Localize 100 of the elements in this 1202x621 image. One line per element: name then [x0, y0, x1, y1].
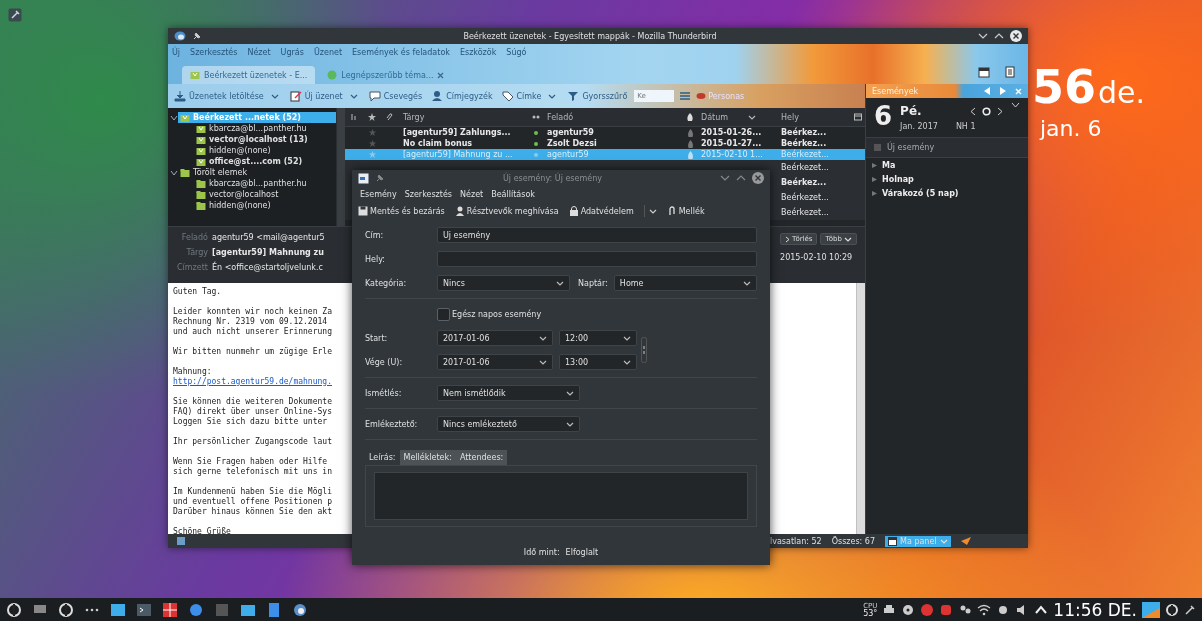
expander-icon[interactable]	[872, 176, 877, 182]
close-icon[interactable]	[752, 172, 764, 184]
toolbar-button[interactable]: Résztvevők meghívása	[454, 206, 559, 216]
checkbox-label[interactable]: Egész napos esemény	[452, 309, 542, 319]
star-icon[interactable]	[368, 129, 376, 136]
menu-item[interactable]: Ugrás	[280, 47, 304, 57]
chevron-down-icon[interactable]	[170, 168, 178, 177]
chain-link-icon[interactable]	[641, 337, 647, 363]
tab[interactable]: Mellékletek:	[399, 450, 456, 465]
expander-icon[interactable]	[872, 190, 877, 196]
column-header[interactable]: Dátum	[697, 112, 757, 122]
dropdown[interactable]: Nincs	[437, 275, 570, 291]
toolbar-button[interactable]: Csevegés	[366, 90, 425, 102]
toolbar-button[interactable]: Címjegyzék	[429, 90, 495, 102]
maximize-icon[interactable]	[994, 32, 1004, 40]
tab[interactable]: Attendees:	[455, 450, 508, 465]
folder-item[interactable]: office@st....com (52)	[194, 156, 336, 167]
paperclip-icon[interactable]	[386, 113, 394, 121]
message-row[interactable]: No claim bonus Zsolt Dezsi 2015-01-27... Beérkez...	[345, 138, 865, 149]
window-icon[interactable]	[110, 601, 126, 618]
dropdown[interactable]: 12:00	[559, 330, 637, 346]
folder-item[interactable]: hidden@(none)	[194, 145, 336, 156]
menu-item[interactable]: Szerkesztés	[190, 47, 238, 57]
star-icon[interactable]	[368, 113, 376, 121]
launcher-icon[interactable]	[6, 601, 22, 618]
event-group[interactable]: Ma	[882, 160, 896, 170]
menu-item[interactable]: Esemény	[360, 189, 397, 199]
event-group[interactable]: Holnap	[882, 174, 914, 184]
arrow-left-icon[interactable]	[983, 87, 991, 95]
menu-item[interactable]: Üzenet	[313, 47, 342, 57]
scrollbar[interactable]	[856, 283, 865, 534]
dropdown[interactable]: Nincs emlékeztető	[437, 416, 580, 432]
launcher-icon[interactable]	[58, 601, 74, 618]
pin-icon[interactable]	[375, 173, 385, 183]
column-header[interactable]: Feladó	[543, 112, 574, 122]
folder-item[interactable]: kbarcza@bl...panther.hu	[194, 123, 336, 134]
read-status-icon[interactable]	[532, 115, 540, 119]
launcher-icon[interactable]	[1165, 602, 1179, 617]
close-icon[interactable]	[1010, 30, 1022, 42]
menu-item[interactable]: Beállítások	[491, 189, 535, 199]
menu-item[interactable]: Eszközök	[459, 47, 497, 57]
menu-item[interactable]: Nézet	[460, 189, 484, 199]
input-field[interactable]: Új esemény	[437, 227, 757, 243]
folder-item[interactable]: Törölt elemek	[178, 167, 336, 178]
chevron-down-icon[interactable]	[170, 113, 178, 122]
description-field[interactable]	[374, 472, 748, 520]
grid-icon[interactable]	[162, 601, 178, 618]
input-field[interactable]	[437, 251, 757, 267]
thread-icon[interactable]	[350, 113, 358, 121]
menu-item[interactable]: Események és feladatok	[352, 47, 450, 57]
dropdown[interactable]: 13:00	[559, 354, 637, 370]
folder-item[interactable]: vector@localhost (13)	[194, 134, 336, 145]
folder-item[interactable]: hidden@(none)	[194, 200, 336, 211]
chevron-right-icon[interactable]	[996, 106, 1003, 116]
link[interactable]: http://post.agentur59.de/mahnung.	[173, 377, 332, 387]
wrench-icon[interactable]	[8, 8, 22, 22]
dropdown[interactable]: Home	[613, 275, 757, 291]
folder-item[interactable]: kbarcza@bl...panther.hu	[194, 178, 336, 189]
menu-item[interactable]: Új	[172, 47, 181, 57]
maximize-icon[interactable]	[736, 174, 746, 182]
chevron-left-icon[interactable]	[969, 106, 976, 116]
show-desktop-icon[interactable]	[1142, 601, 1160, 618]
toolbar-button[interactable]: Mellék	[666, 206, 705, 216]
toolbar-button[interactable]: Adatvédelem	[568, 206, 634, 216]
menu-icon[interactable]	[679, 91, 692, 101]
wifi-icon[interactable]	[977, 602, 992, 617]
star-icon[interactable]	[368, 140, 376, 147]
chevron-down-icon[interactable]	[1010, 102, 1020, 108]
toolbar-button[interactable]: Címke	[499, 90, 544, 102]
message-row[interactable]: [agentur59] Zahlungs... agentur59 2015-01-26... Beérkez...	[345, 127, 865, 138]
folder-item[interactable]: vector@localhost	[194, 189, 336, 200]
terminal-icon[interactable]	[136, 601, 152, 618]
menu-item[interactable]: Súgó	[506, 47, 527, 57]
taskbar-clock[interactable]: 11:56 DE.	[1053, 599, 1137, 620]
calendar-icon[interactable]	[358, 172, 369, 184]
calendar-icon[interactable]	[978, 66, 990, 78]
pin-icon[interactable]	[192, 31, 202, 41]
disc-icon[interactable]	[901, 602, 916, 617]
dropdown[interactable]: Nem ismétlődik	[437, 385, 580, 401]
document-icon[interactable]	[266, 601, 282, 618]
new-event-button[interactable]: Új esemény	[866, 138, 1028, 158]
checkbox[interactable]	[437, 307, 450, 321]
expander-icon[interactable]	[872, 162, 877, 168]
dropdown[interactable]: 2017-01-06	[437, 354, 553, 370]
toolbar-button[interactable]: Gyorsszűrő	[565, 90, 630, 102]
wrench-icon[interactable]	[1184, 603, 1196, 616]
dropdown[interactable]: 2017-01-06	[437, 330, 553, 346]
menu-item[interactable]: Nézet	[247, 47, 271, 57]
tab[interactable]: Beérkezett üzenetek - E...	[182, 66, 316, 84]
column-header[interactable]: Tárgy	[399, 112, 425, 122]
toolbar-button[interactable]: Mentés és bezárás	[358, 206, 445, 216]
minimize-icon[interactable]	[978, 32, 988, 40]
scrollbar[interactable]	[336, 108, 345, 226]
toolbar-button[interactable]: Új üzenet	[287, 90, 345, 102]
star-icon[interactable]	[368, 151, 376, 158]
column-picker-icon[interactable]	[853, 113, 862, 121]
minimize-icon[interactable]	[720, 174, 730, 182]
toolbar-button[interactable]: Üzenetek letöltése	[172, 90, 266, 102]
tasks-icon[interactable]	[1004, 66, 1016, 78]
column-header[interactable]: Hely	[777, 112, 799, 122]
